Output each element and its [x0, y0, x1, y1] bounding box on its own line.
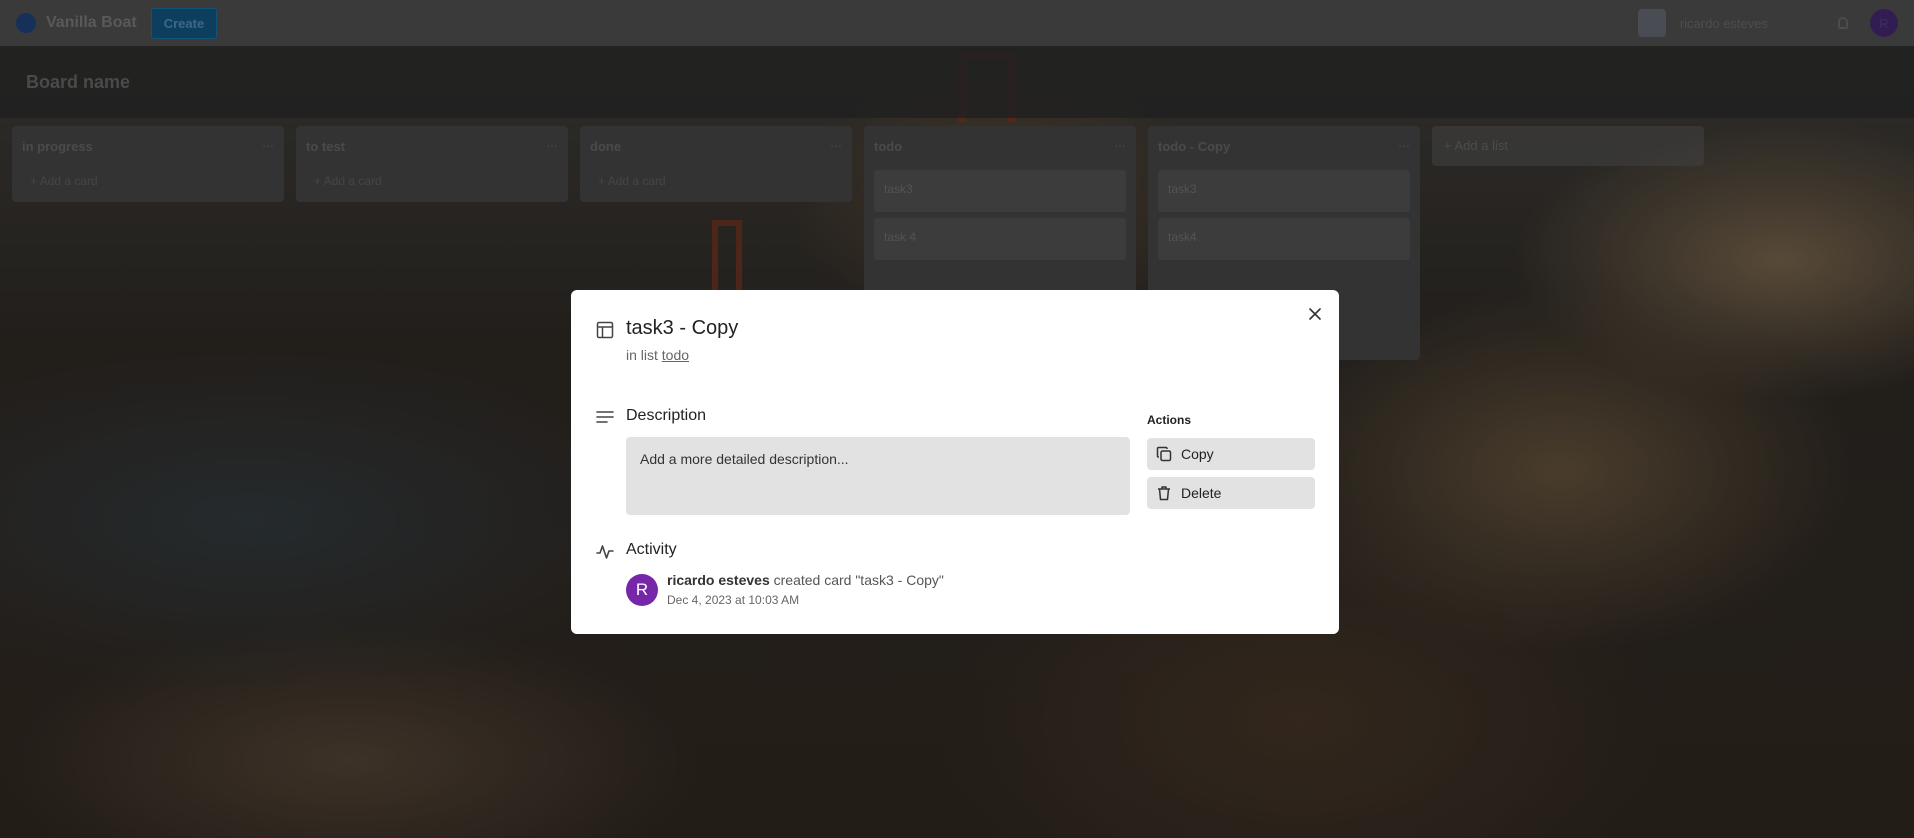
card-list-info: in list todo	[626, 347, 689, 363]
activity-icon	[596, 545, 614, 559]
delete-card-button[interactable]: Delete	[1147, 477, 1315, 509]
description-input[interactable]: Add a more detailed description...	[626, 437, 1130, 515]
copy-icon	[1156, 446, 1172, 462]
copy-card-button[interactable]: Copy	[1147, 438, 1315, 470]
activity-text: created card "task3 - Copy"	[769, 572, 944, 588]
list-link[interactable]: todo	[662, 347, 689, 363]
card-title[interactable]: task3 - Copy	[626, 317, 738, 340]
trash-icon	[1158, 486, 1170, 501]
description-icon	[596, 411, 614, 423]
activity-user-avatar[interactable]: R	[626, 574, 658, 606]
card-detail-modal: task3 - Copy in list todo Description Ad…	[571, 290, 1339, 634]
description-heading: Description	[626, 407, 707, 424]
card-layout-icon	[596, 321, 614, 339]
copy-label: Copy	[1181, 446, 1214, 462]
delete-label: Delete	[1181, 485, 1222, 501]
close-modal-button[interactable]	[1307, 306, 1323, 322]
activity-timestamp: Dec 4, 2023 at 10:03 AM	[667, 593, 800, 607]
actions-heading: Actions	[1147, 413, 1192, 427]
activity-user: ricardo esteves	[667, 572, 770, 588]
activity-heading: Activity	[626, 541, 677, 558]
in-list-label: in list	[626, 347, 658, 363]
activity-entry: ricardo esteves created card "task3 - Co…	[667, 572, 944, 588]
close-icon	[1309, 308, 1321, 320]
